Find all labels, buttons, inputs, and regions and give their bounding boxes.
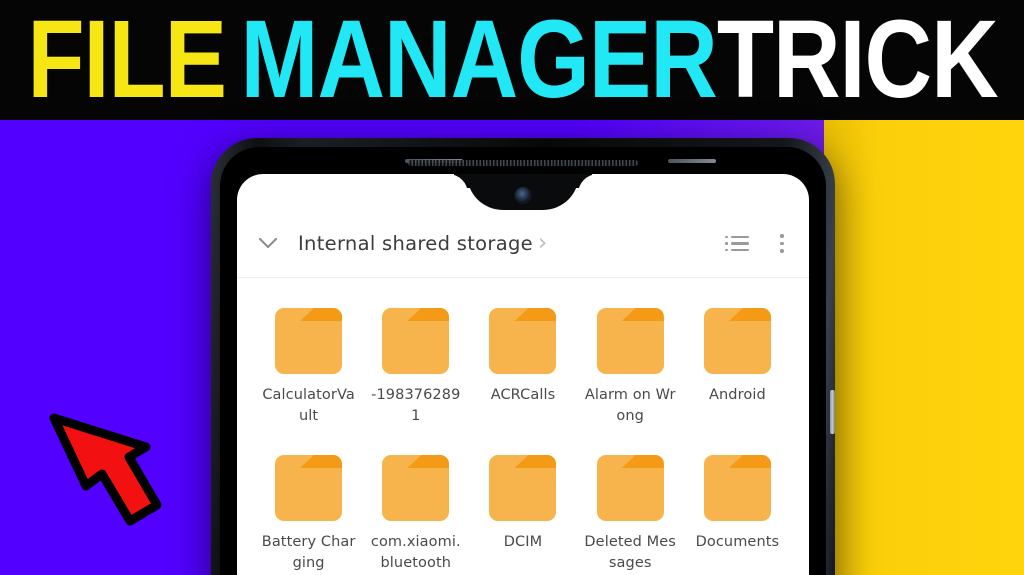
- banner-word-file: FILE: [26, 0, 227, 120]
- folder-tab: [300, 455, 343, 469]
- folder-label: com.xiaomi.bluetooth: [370, 534, 461, 572]
- folder-item[interactable]: Deleted Messages: [577, 455, 684, 574]
- list-view-bullet: [725, 242, 728, 245]
- more-vertical-icon[interactable]: [779, 234, 785, 253]
- folder-item[interactable]: DCIM: [469, 455, 576, 574]
- folder-tab: [407, 308, 450, 321]
- list-view-row: [725, 248, 749, 252]
- folder-icon: [382, 455, 450, 522]
- earpiece-speaker: [408, 160, 638, 166]
- breadcrumb-path-label[interactable]: Internal shared storage: [298, 232, 533, 255]
- folder-icon: [703, 308, 771, 374]
- folder-label: Alarm on Wrong: [584, 387, 676, 425]
- folder-icon: [489, 455, 557, 522]
- folder-grid: CalculatorVault -1983762891 ACRCalls Ala…: [237, 286, 809, 574]
- folder-label: CalculatorVault: [262, 387, 355, 425]
- menu-dot: [780, 234, 784, 238]
- list-view-row: [725, 242, 749, 245]
- folder-label: Battery Charging: [261, 534, 356, 572]
- chevron-down-icon[interactable]: [251, 237, 285, 250]
- phone-screen: Internal shared storage › CalculatorVaul…: [237, 174, 809, 575]
- folder-icon: [275, 308, 343, 374]
- file-manager-header: Internal shared storage ›: [237, 210, 809, 277]
- folder-tab: [728, 455, 771, 469]
- front-camera-icon: [514, 187, 532, 204]
- folder-tab: [728, 308, 771, 321]
- breadcrumb-separator-icon: ›: [537, 230, 548, 256]
- list-view-icon[interactable]: [725, 235, 749, 252]
- menu-dot: [780, 241, 784, 246]
- screenshot-root: FILE MANAGERTRICK Internal shared storag…: [0, 0, 1024, 575]
- phone-device: Internal shared storage › CalculatorVaul…: [211, 138, 835, 575]
- title-banner: FILE MANAGERTRICK: [0, 0, 1024, 120]
- folder-icon: [489, 308, 557, 374]
- background-right-yellow: [824, 120, 1024, 575]
- arrow-up-right-icon: [49, 413, 162, 526]
- list-view-bar: [730, 248, 749, 252]
- menu-dot: [780, 249, 784, 253]
- folder-icon: [596, 455, 664, 522]
- folder-tab: [300, 308, 343, 321]
- folder-label: Deleted Messages: [584, 534, 676, 572]
- folder-item[interactable]: Battery Charging: [255, 455, 362, 574]
- folder-icon: [275, 455, 343, 522]
- list-view-bar: [730, 235, 749, 239]
- banner-word-manager: MANAGER: [240, 0, 717, 120]
- folder-tab: [621, 455, 664, 469]
- folder-item[interactable]: -1983762891: [362, 308, 469, 427]
- list-view-bullet: [725, 235, 728, 239]
- folder-item[interactable]: Android: [684, 308, 791, 427]
- folder-label: -1983762891: [371, 387, 461, 425]
- folder-label: Android: [709, 387, 766, 403]
- folder-tab: [621, 308, 664, 321]
- folder-icon: [596, 308, 664, 374]
- folder-item[interactable]: com.xiaomi.bluetooth: [362, 455, 469, 574]
- folder-tab: [514, 455, 557, 469]
- folder-item[interactable]: Documents: [684, 455, 791, 574]
- folder-item[interactable]: Alarm on Wrong: [577, 308, 684, 427]
- power-button[interactable]: [830, 390, 835, 434]
- list-view-bar: [730, 242, 749, 245]
- folder-tab: [407, 455, 450, 469]
- banner-text: FILE MANAGERTRICK: [27, 5, 998, 116]
- folder-item[interactable]: ACRCalls: [469, 308, 576, 427]
- phone-bezel: Internal shared storage › CalculatorVaul…: [220, 147, 826, 575]
- header-divider: [237, 277, 809, 278]
- banner-word-trick: TRICK: [716, 0, 998, 120]
- folder-icon: [382, 308, 450, 374]
- folder-item[interactable]: CalculatorVault: [255, 308, 362, 427]
- list-view-row: [725, 235, 749, 239]
- folder-icon: [703, 455, 771, 522]
- folder-label: ACRCalls: [490, 387, 556, 403]
- folder-label: DCIM: [503, 534, 543, 551]
- list-view-bullet: [725, 248, 728, 252]
- folder-label: Documents: [695, 534, 780, 551]
- earpiece-speaker-right: [668, 159, 716, 163]
- folder-tab: [514, 308, 557, 321]
